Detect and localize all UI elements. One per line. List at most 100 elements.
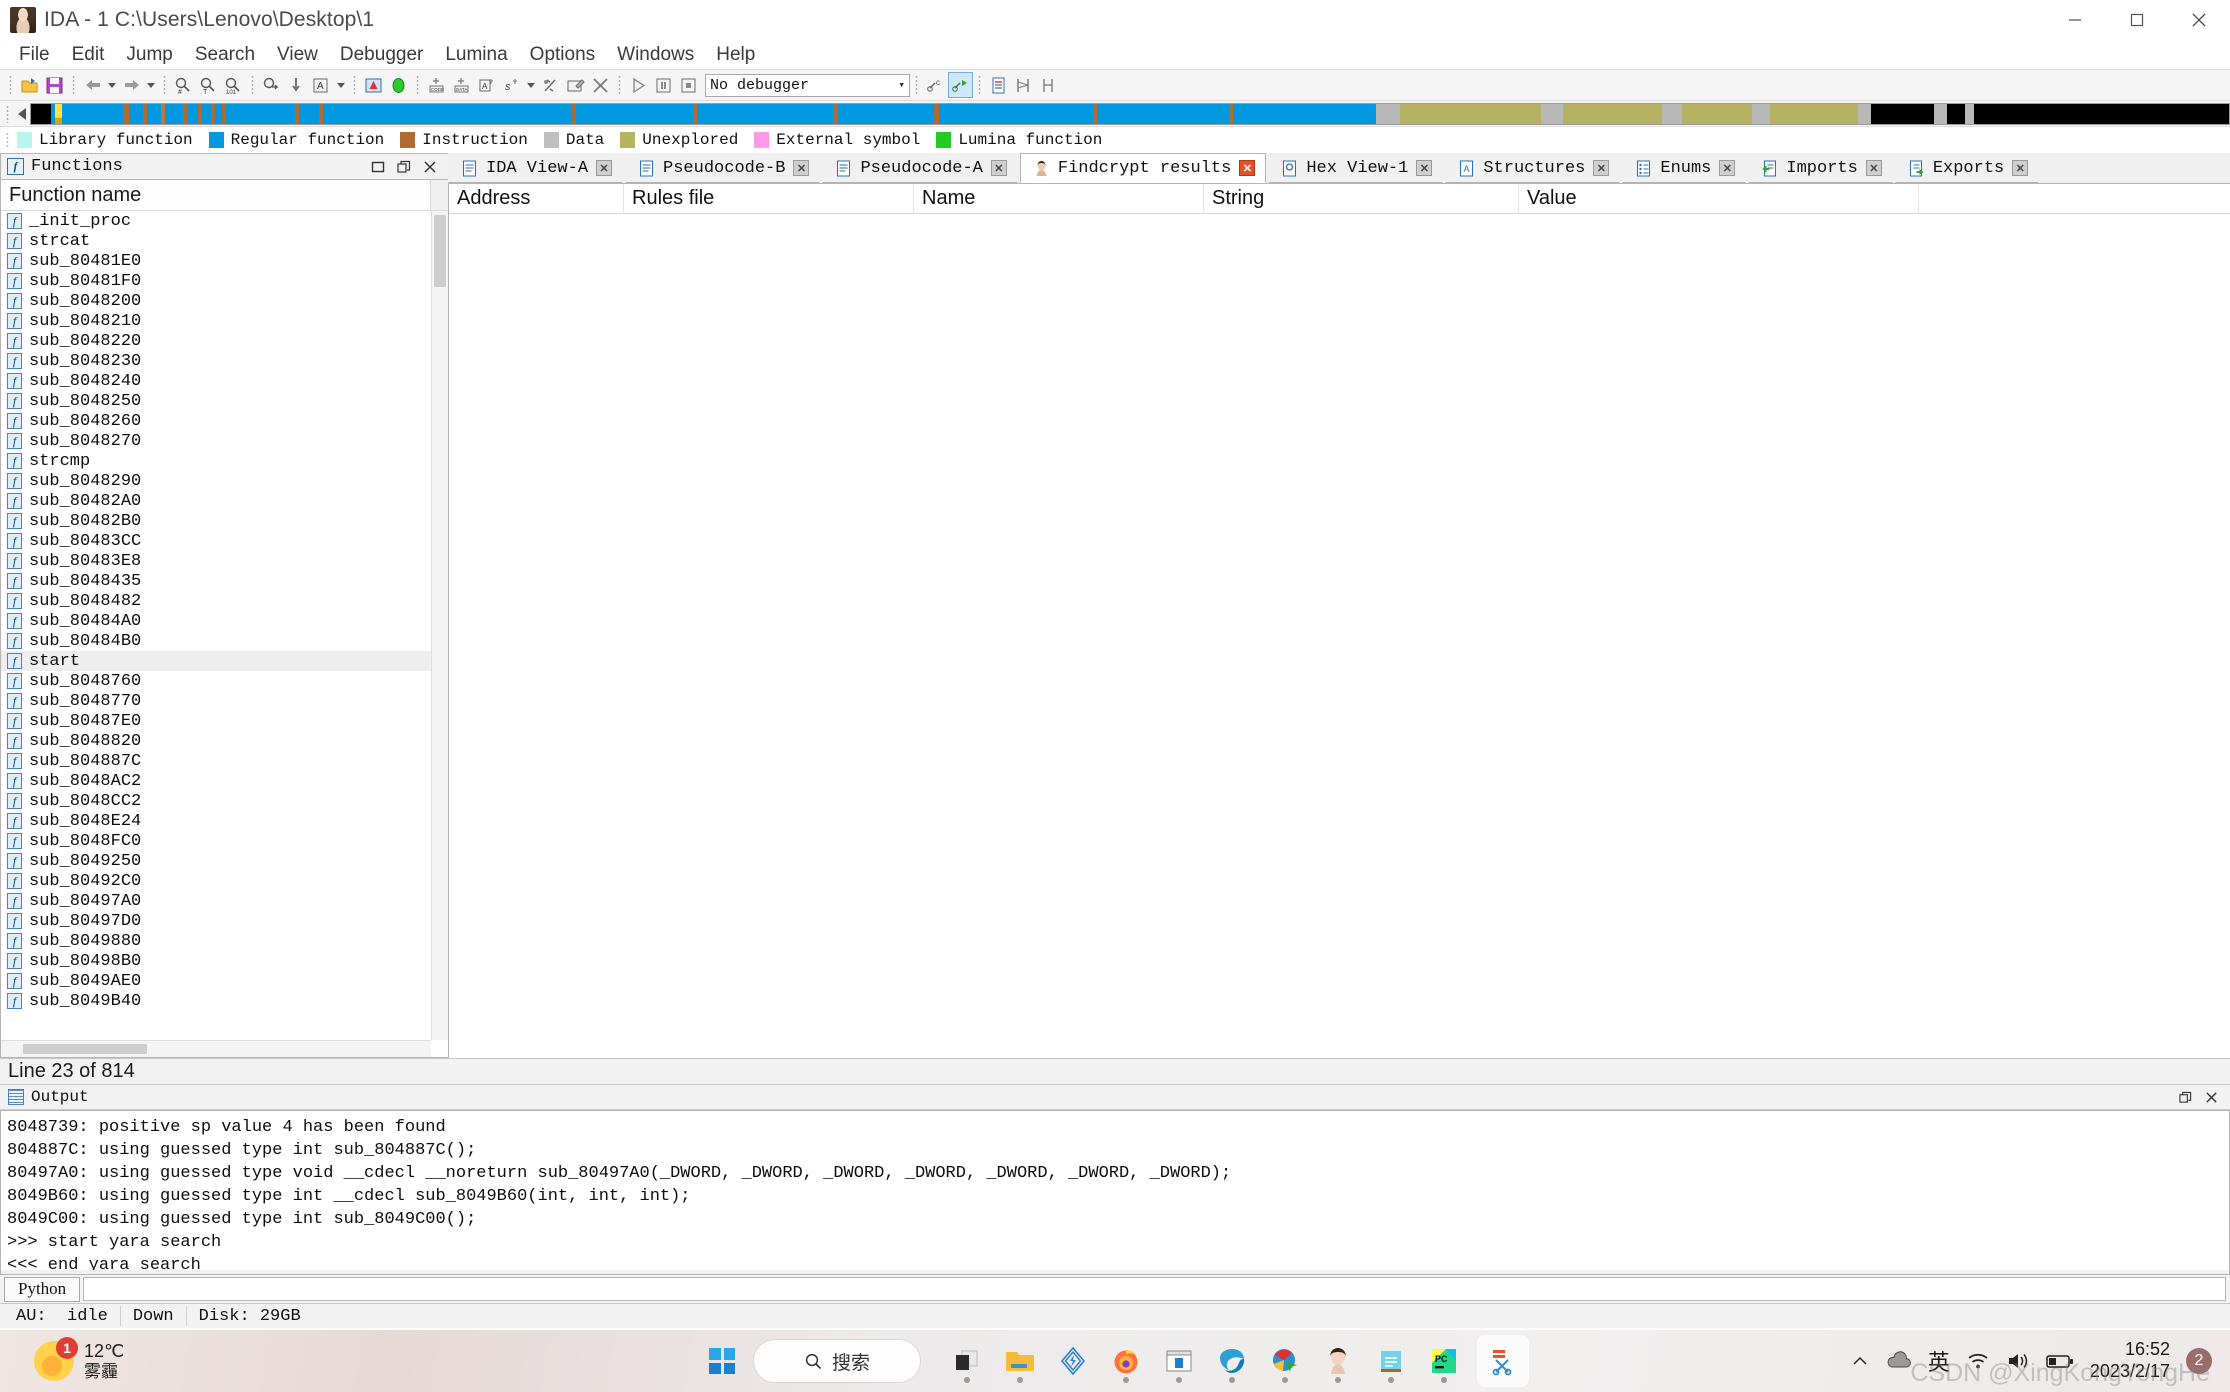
menu-edit[interactable]: Edit [61, 41, 116, 69]
functions-list-item[interactable]: f sub_8048AC2 [1, 771, 448, 791]
navigator-cursor[interactable] [55, 103, 63, 124]
make-code-icon[interactable]: CODE [424, 72, 449, 98]
toolbar-grip-4[interactable] [251, 75, 254, 95]
tab-enums[interactable]: Enums ✕ [1622, 153, 1747, 183]
float-button[interactable] [2174, 1087, 2196, 1107]
tab-structures[interactable]: A Structures ✕ [1445, 153, 1621, 183]
toolbar-grip-9[interactable] [978, 75, 981, 95]
functions-list-item[interactable]: f sub_80482B0 [1, 511, 448, 531]
delete-icon[interactable] [588, 72, 613, 98]
functions-list-item[interactable]: f sub_80483CC [1, 531, 448, 551]
results-column-header-string[interactable]: String [1204, 183, 1519, 214]
snipping-tool-icon[interactable] [1477, 1335, 1529, 1387]
menu-jump[interactable]: Jump [115, 41, 183, 69]
onedrive-icon[interactable] [1886, 1351, 1912, 1371]
tab-close-icon[interactable]: ✕ [596, 160, 613, 176]
functions-list-item[interactable]: f sub_8048250 [1, 391, 448, 411]
firefox-icon[interactable] [1106, 1338, 1146, 1384]
close-button[interactable] [2200, 1087, 2222, 1107]
functions-list-item[interactable]: f sub_8048760 [1, 671, 448, 691]
functions-list-item[interactable]: f sub_80481F0 [1, 271, 448, 291]
functions-list-item[interactable]: f sub_80487E0 [1, 711, 448, 731]
tab-pseudocode-a[interactable]: Pseudocode-A ✕ [822, 153, 1018, 183]
make-data-icon[interactable]: DATA [449, 72, 474, 98]
battery-icon[interactable] [2046, 1352, 2074, 1370]
tab-close-icon[interactable]: ✕ [990, 160, 1007, 176]
text-search-icon[interactable]: A [309, 72, 334, 98]
results-column-header-rules-file[interactable]: Rules file [624, 183, 914, 214]
app-window-icon[interactable] [1159, 1338, 1199, 1384]
results-column-header-name[interactable]: Name [914, 183, 1204, 214]
toolbar-grip-6[interactable] [416, 75, 419, 95]
functions-list-item[interactable]: f sub_80492C0 [1, 871, 448, 891]
functions-list-item[interactable]: f sub_80498B0 [1, 951, 448, 971]
green-status-icon[interactable] [386, 72, 411, 98]
make-dropdown-icon[interactable] [524, 72, 538, 98]
functions-list-item[interactable]: f _init_proc [1, 211, 448, 231]
menu-lumina[interactable]: Lumina [434, 41, 518, 69]
menu-file[interactable]: File [8, 41, 61, 69]
jump-to-name-icon[interactable]: T [196, 72, 221, 98]
tab-close-icon[interactable]: ✕ [1593, 160, 1610, 176]
float-button[interactable] [392, 156, 416, 178]
menu-help[interactable]: Help [705, 41, 766, 69]
back-dropdown-icon[interactable] [105, 72, 119, 98]
task-view-icon[interactable] [947, 1338, 987, 1384]
weather-widget[interactable]: 1 12℃ 雾霾 [34, 1336, 124, 1381]
jump-to-address-icon[interactable]: # [171, 72, 196, 98]
volume-icon[interactable] [2006, 1351, 2030, 1371]
tab-close-icon[interactable]: ✕ [1239, 160, 1256, 176]
list-icon[interactable] [986, 72, 1011, 98]
notification-badge[interactable]: 2 [2186, 1348, 2212, 1374]
close-button[interactable] [418, 156, 442, 178]
scrollbar-thumb[interactable] [23, 1044, 147, 1054]
navigator-bar[interactable] [30, 102, 2230, 125]
functions-list-item[interactable]: f sub_80482A0 [1, 491, 448, 511]
pause-icon[interactable] [651, 72, 676, 98]
toolbar-grip-5[interactable] [353, 75, 356, 95]
functions-list-item[interactable]: f sub_8048770 [1, 691, 448, 711]
toolbar-grip[interactable] [9, 75, 12, 95]
tab-close-icon[interactable]: ✕ [1865, 160, 1882, 176]
jump-to-number-icon[interactable]: 101 [221, 72, 246, 98]
notepad-icon[interactable] [1371, 1338, 1411, 1384]
functions-list-item[interactable]: f sub_8048220 [1, 331, 448, 351]
tab-findcrypt-results[interactable]: Findcrypt results ✕ [1019, 153, 1267, 183]
analysis-warning-icon[interactable] [361, 72, 386, 98]
functions-list-item[interactable]: f sub_80481E0 [1, 251, 448, 271]
make-string-icon[interactable]: s [499, 72, 524, 98]
tab-pseudocode-b[interactable]: Pseudocode-B ✕ [625, 153, 821, 183]
tab-imports[interactable]: Imports ✕ [1748, 153, 1893, 183]
tab-exports[interactable]: Exports ✕ [1894, 153, 2040, 183]
make-array-icon[interactable]: A [474, 72, 499, 98]
navigator-grip[interactable] [6, 104, 9, 123]
functions-list-item[interactable]: f sub_8048482 [1, 591, 448, 611]
results-rows[interactable] [449, 214, 2230, 1058]
tim-icon[interactable] [1053, 1338, 1093, 1384]
functions-list-item[interactable]: f sub_8048270 [1, 431, 448, 451]
jump-down-icon[interactable] [284, 72, 309, 98]
forward-arrow-icon[interactable] [119, 72, 144, 98]
functions-list-item[interactable]: f sub_8049250 [1, 851, 448, 871]
functions-list-item[interactable]: f sub_80497D0 [1, 911, 448, 931]
start-process-icon[interactable] [948, 72, 973, 98]
stop-icon[interactable] [676, 72, 701, 98]
functions-list-item[interactable]: f sub_8048CC2 [1, 791, 448, 811]
output-horizontal-scrollbar[interactable] [1, 1270, 2229, 1274]
navigator-left-arrow-icon[interactable] [14, 108, 30, 120]
search-dropdown-icon[interactable] [334, 72, 348, 98]
menu-search[interactable]: Search [184, 41, 266, 69]
menu-windows[interactable]: Windows [606, 41, 705, 69]
toolbar-grip-7[interactable] [618, 75, 621, 95]
menu-options[interactable]: Options [519, 41, 606, 69]
functions-list-item[interactable]: f sub_804887C [1, 751, 448, 771]
tab-close-icon[interactable]: ✕ [2012, 160, 2029, 176]
debugger-select[interactable]: No debugger ▾ [705, 73, 910, 97]
scrollbar-thumb[interactable] [434, 215, 446, 287]
taskbar-clock[interactable]: 16:52 2023/2/17 [2090, 1339, 2170, 1382]
functions-list-item[interactable]: f sub_8048240 [1, 371, 448, 391]
ime-indicator[interactable]: 英 [1928, 1345, 1950, 1377]
edge-icon[interactable] [1212, 1338, 1252, 1384]
functions-list-item[interactable]: f sub_80484A0 [1, 611, 448, 631]
tab-close-icon[interactable]: ✕ [1416, 160, 1433, 176]
